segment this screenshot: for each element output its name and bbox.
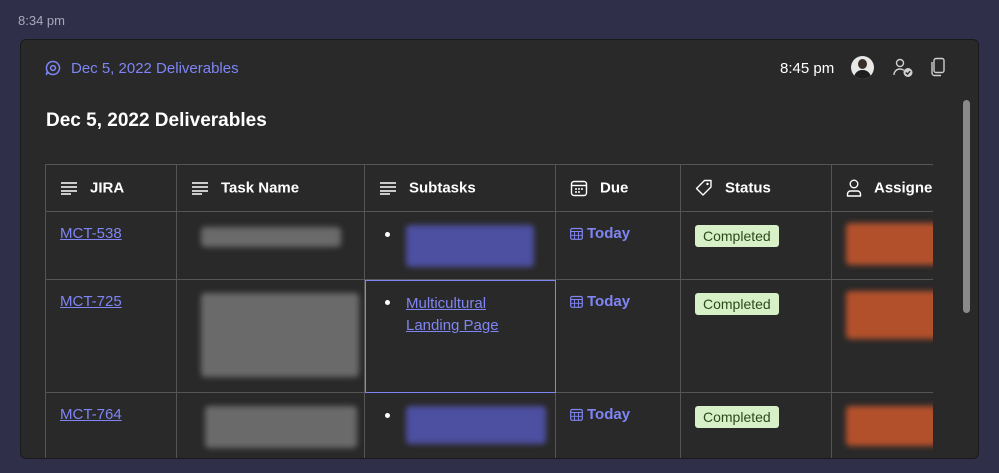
status-cell[interactable]: Completed	[680, 211, 832, 280]
jira-cell[interactable]: MCT-538	[45, 211, 177, 280]
avatar-head	[858, 59, 867, 69]
task-name-cell[interactable]	[176, 211, 365, 280]
redacted-assignee	[846, 223, 933, 265]
column-header-subtasks[interactable]: Subtasks	[364, 164, 556, 212]
copy-icon[interactable]	[929, 57, 947, 77]
due-label: Today	[587, 406, 631, 423]
subtask-link[interactable]: Multicultural Landing Page	[406, 293, 516, 337]
task-name-cell[interactable]	[176, 279, 365, 393]
calendar-icon	[570, 227, 583, 240]
subtasks-cell[interactable]	[364, 211, 556, 280]
assignee-cell[interactable]	[831, 211, 933, 280]
jira-cell[interactable]: MCT-725	[45, 279, 177, 393]
assignee-cell[interactable]	[831, 279, 933, 393]
table-viewport: JIRA Task Name Subtasks Due Status Assig…	[45, 164, 933, 458]
table-row: MCT-764 Today Completed	[45, 392, 933, 458]
table-row: MCT-538 Today Completed	[45, 211, 933, 280]
jira-link[interactable]: MCT-538	[60, 225, 122, 242]
column-header-task-name[interactable]: Task Name	[176, 164, 365, 212]
redacted-assignee	[846, 291, 933, 339]
due-cell[interactable]: Today	[555, 279, 681, 393]
due-cell[interactable]: Today	[555, 211, 681, 280]
text-lines-icon	[192, 182, 208, 195]
jira-cell[interactable]: MCT-764	[45, 392, 177, 458]
status-cell[interactable]: Completed	[680, 279, 832, 393]
due-date[interactable]: Today	[570, 293, 680, 310]
avatar-body	[854, 70, 871, 79]
message-timestamp: 8:34 pm	[18, 13, 65, 28]
vertical-scrollbar[interactable]	[963, 100, 970, 313]
jira-link[interactable]: MCT-725	[60, 293, 122, 310]
page-title: Dec 5, 2022 Deliverables	[46, 110, 267, 131]
table-header-row: JIRA Task Name Subtasks Due Status Assig…	[45, 164, 933, 212]
due-label: Today	[587, 293, 631, 310]
assignee-cell[interactable]	[831, 392, 933, 458]
jira-link[interactable]: MCT-764	[60, 406, 122, 423]
loop-component-card: Dec 5, 2022 Deliverables 8:45 pm Dec 5, …	[20, 39, 979, 459]
column-header-label: JIRA	[90, 179, 125, 197]
subtasks-cell[interactable]	[364, 392, 556, 458]
calendar-icon	[570, 408, 583, 421]
column-header-label: Task Name	[221, 179, 300, 197]
people-check-icon[interactable]	[892, 57, 914, 79]
due-date[interactable]: Today	[570, 406, 680, 423]
redacted-task-name	[201, 227, 341, 247]
subtask-list-item: Multicultural Landing Page	[379, 293, 555, 337]
avatar[interactable]	[851, 56, 874, 79]
text-lines-icon	[380, 182, 396, 195]
status-cell[interactable]: Completed	[680, 392, 832, 458]
deliverables-table: JIRA Task Name Subtasks Due Status Assig…	[45, 164, 933, 458]
column-header-label: Subtasks	[409, 179, 476, 197]
calendar-icon	[570, 295, 583, 308]
redacted-task-name	[205, 406, 357, 448]
text-lines-icon	[61, 182, 77, 195]
due-cell[interactable]: Today	[555, 392, 681, 458]
task-name-cell[interactable]	[176, 392, 365, 458]
redacted-assignee	[846, 406, 933, 446]
status-badge[interactable]: Completed	[695, 225, 779, 247]
loop-icon	[45, 60, 61, 76]
card-header-title[interactable]: Dec 5, 2022 Deliverables	[71, 60, 239, 77]
redacted-subtask[interactable]	[406, 406, 546, 444]
redacted-subtask[interactable]	[406, 225, 534, 267]
tag-icon	[695, 179, 712, 196]
subtasks-cell[interactable]: Multicultural Landing Page	[364, 279, 556, 393]
bullet	[385, 413, 390, 418]
subtask-list-item	[379, 225, 555, 267]
column-header-jira[interactable]: JIRA	[45, 164, 177, 212]
bullet	[385, 232, 390, 237]
column-header-due[interactable]: Due	[555, 164, 681, 212]
column-header-label: Assigne	[874, 179, 933, 197]
column-header-label: Status	[725, 179, 771, 197]
status-badge[interactable]: Completed	[695, 406, 779, 428]
bullet	[385, 300, 390, 305]
table-row: MCT-725 Multicultural Landing Page Today…	[45, 279, 933, 393]
status-badge[interactable]: Completed	[695, 293, 779, 315]
redacted-task-name	[201, 293, 359, 377]
card-header: Dec 5, 2022 Deliverables 8:45 pm	[21, 40, 978, 96]
card-timestamp: 8:45 pm	[780, 60, 835, 77]
calendar-icon	[570, 180, 588, 197]
column-header-status[interactable]: Status	[680, 164, 832, 212]
column-header-assignee[interactable]: Assigne	[831, 164, 933, 212]
subtask-list-item	[379, 406, 555, 444]
person-icon	[846, 179, 862, 197]
due-date[interactable]: Today	[570, 225, 680, 242]
column-header-label: Due	[600, 179, 629, 197]
due-label: Today	[587, 225, 631, 242]
